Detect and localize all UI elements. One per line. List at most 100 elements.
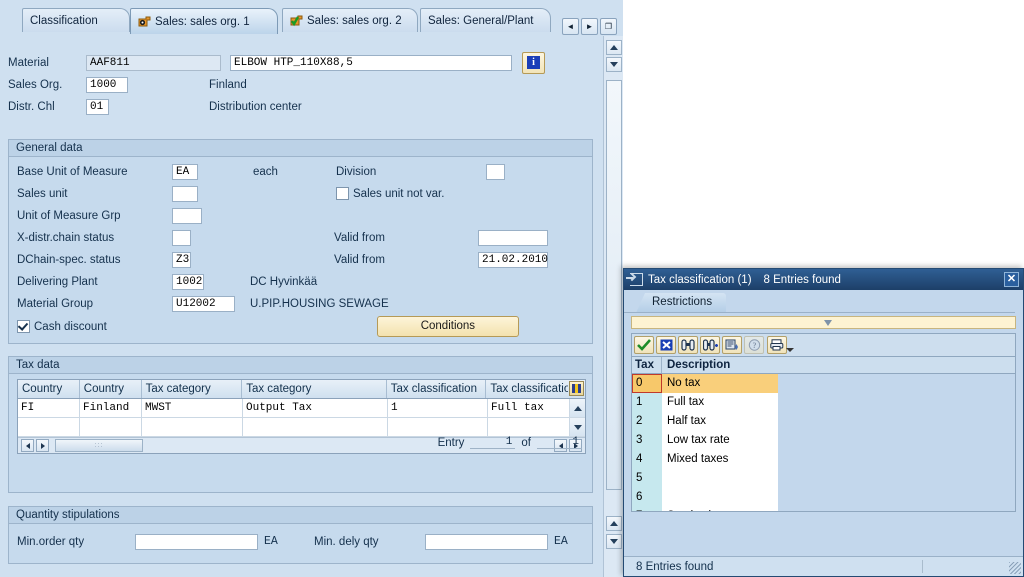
- page-scroll-down-button-2[interactable]: [606, 534, 622, 549]
- table-scroll-down[interactable]: [570, 418, 585, 436]
- table-row[interactable]: [18, 418, 585, 437]
- column-header[interactable]: Country: [80, 380, 142, 398]
- dchain-label: DChain-spec. status: [17, 253, 121, 266]
- column-header[interactable]: Tax classification: [486, 380, 568, 398]
- list-item[interactable]: 4 Mixed taxes: [632, 450, 1015, 469]
- column-header[interactable]: Tax classification: [387, 380, 487, 398]
- cell-country-key: FI: [18, 399, 80, 417]
- column-header-tax[interactable]: Tax: [632, 357, 662, 373]
- base-uom-field[interactable]: EA: [172, 163, 198, 180]
- tax-classification-list[interactable]: Tax Description 0 No tax 1 Full tax 2 Ha…: [631, 357, 1016, 512]
- sales-unit-field[interactable]: [172, 185, 198, 202]
- uom-grp-field[interactable]: [172, 207, 202, 224]
- quantity-body: Min.order qty EA Min. dely qty EA: [9, 524, 592, 557]
- sales-unit-not-var-checkbox[interactable]: Sales unit not var.: [336, 187, 444, 200]
- page-vertical-scrollbar[interactable]: [603, 36, 623, 577]
- tab-sales-sales-org-1[interactable]: Sales: sales org. 1: [130, 8, 278, 34]
- list-item[interactable]: 6: [632, 488, 1015, 507]
- tab-prev-button[interactable]: ◄: [562, 18, 579, 35]
- entry-current: 1: [470, 436, 516, 449]
- info-button[interactable]: i: [522, 51, 545, 74]
- find-next-icon-button[interactable]: [700, 336, 720, 354]
- table-row[interactable]: FI Finland MWST Output Tax 1 Full tax: [18, 399, 585, 418]
- dialog-tabrow: Restrictions: [624, 290, 1023, 313]
- list-header-row: Tax Description: [632, 357, 1015, 374]
- list-item-filler: [778, 469, 1015, 488]
- tab-sales-sales-org-2[interactable]: Sales: sales org. 2: [282, 8, 418, 32]
- valid-from-1-field[interactable]: [478, 229, 548, 246]
- conditions-button[interactable]: Conditions: [376, 316, 519, 337]
- dchain-field[interactable]: Z3: [172, 251, 191, 268]
- division-field[interactable]: [486, 163, 505, 180]
- hscroll-right-button[interactable]: [36, 439, 49, 452]
- checkbox-box: [336, 187, 349, 200]
- quantity-row: Min.order qty EA Min. dely qty EA: [17, 531, 584, 552]
- hscroll-thumb[interactable]: :::: [55, 439, 143, 452]
- min-dely-qty-uom: EA: [554, 535, 568, 548]
- valid-from-2-field[interactable]: 21.02.2010: [478, 251, 548, 268]
- cell-tax-classification-key: [388, 418, 488, 436]
- cell-tax-category-name: [243, 418, 388, 436]
- page-scroll-thumb[interactable]: [606, 80, 622, 490]
- resize-grip-icon[interactable]: [1009, 562, 1021, 574]
- tab-restrictions[interactable]: Restrictions: [636, 293, 727, 313]
- check-icon-button[interactable]: [634, 336, 654, 354]
- table-scroll-up[interactable]: [570, 399, 585, 417]
- list-item[interactable]: 1 Full tax: [632, 393, 1015, 412]
- material-group-row: Material Group U12002 U.PIP.HOUSING SEWA…: [17, 293, 584, 314]
- base-uom-text: each: [253, 165, 278, 178]
- orange-dot-icon: [138, 16, 151, 28]
- cell-country-name: Finland: [80, 399, 142, 417]
- material-description-field[interactable]: ELBOW HTP_110X88,5: [230, 54, 512, 71]
- table-settings-icon[interactable]: [569, 381, 585, 396]
- restrictions-bar[interactable]: [631, 316, 1016, 329]
- list-item[interactable]: 0 No tax: [632, 374, 1015, 393]
- chevron-down-icon: [610, 539, 618, 544]
- sales-org-field[interactable]: 1000: [86, 76, 128, 93]
- distr-chl-field[interactable]: 01: [86, 98, 109, 115]
- close-icon[interactable]: ✕: [1004, 272, 1019, 287]
- tab-sales-general-plant[interactable]: Sales: General/Plant: [420, 8, 551, 32]
- help-icon-button[interactable]: ?: [744, 336, 764, 354]
- column-header-description[interactable]: Description: [662, 357, 1015, 373]
- dialog-title: Tax classification (1): [648, 273, 752, 286]
- list-item-key: 4: [632, 450, 662, 469]
- min-dely-qty-field[interactable]: [425, 533, 548, 550]
- base-uom-row: Base Unit of Measure EA each Division: [17, 161, 584, 182]
- page-scroll-up-button[interactable]: [605, 40, 622, 55]
- dialog-toolbar: ?: [632, 334, 1015, 356]
- min-order-qty-uom: EA: [264, 535, 278, 548]
- personal-list-icon-button[interactable]: [722, 336, 742, 354]
- cell-tax-category-key: MWST: [142, 399, 243, 417]
- list-item[interactable]: 2 Half tax: [632, 412, 1015, 431]
- cash-discount-checkbox[interactable]: Cash discount: [17, 320, 107, 333]
- dialog-titlebar[interactable]: Tax classification (1) 8 Entries found ✕: [624, 269, 1023, 290]
- chevron-down-icon: [609, 62, 618, 67]
- print-icon-button[interactable]: [767, 336, 794, 354]
- hscroll-left-button[interactable]: [21, 439, 34, 452]
- list-item[interactable]: 7 Service item: [632, 507, 1015, 511]
- dialog-subtitle: 8 Entries found: [763, 273, 841, 286]
- column-header[interactable]: Tax category: [142, 380, 243, 398]
- tab-next-label: ►: [585, 22, 594, 31]
- list-item[interactable]: 3 Low tax rate: [632, 431, 1015, 450]
- page-scroll-down-button[interactable]: [605, 57, 622, 72]
- list-item[interactable]: 5: [632, 469, 1015, 488]
- cancel-x-icon-button[interactable]: [656, 336, 676, 354]
- column-header[interactable]: Country: [18, 380, 80, 398]
- cell-tax-classification-name: [488, 418, 570, 436]
- xdistr-field[interactable]: [172, 229, 191, 246]
- material-field[interactable]: AAF811: [86, 54, 221, 71]
- tab-classification[interactable]: Classification: [22, 8, 130, 32]
- page-scroll-up-button-2[interactable]: [606, 516, 622, 531]
- list-item-filler: [778, 450, 1015, 469]
- tab-list-button[interactable]: ❐: [600, 18, 617, 35]
- material-group-field[interactable]: U12002: [172, 295, 235, 312]
- tab-next-button[interactable]: ►: [581, 18, 598, 35]
- find-icon-button[interactable]: [678, 336, 698, 354]
- min-order-qty-field[interactable]: [135, 533, 258, 550]
- cell-tax-category-name: Output Tax: [243, 399, 388, 417]
- list-item-desc: No tax: [662, 374, 778, 393]
- column-header[interactable]: Tax category: [242, 380, 387, 398]
- delivering-plant-field[interactable]: 1002: [172, 273, 204, 290]
